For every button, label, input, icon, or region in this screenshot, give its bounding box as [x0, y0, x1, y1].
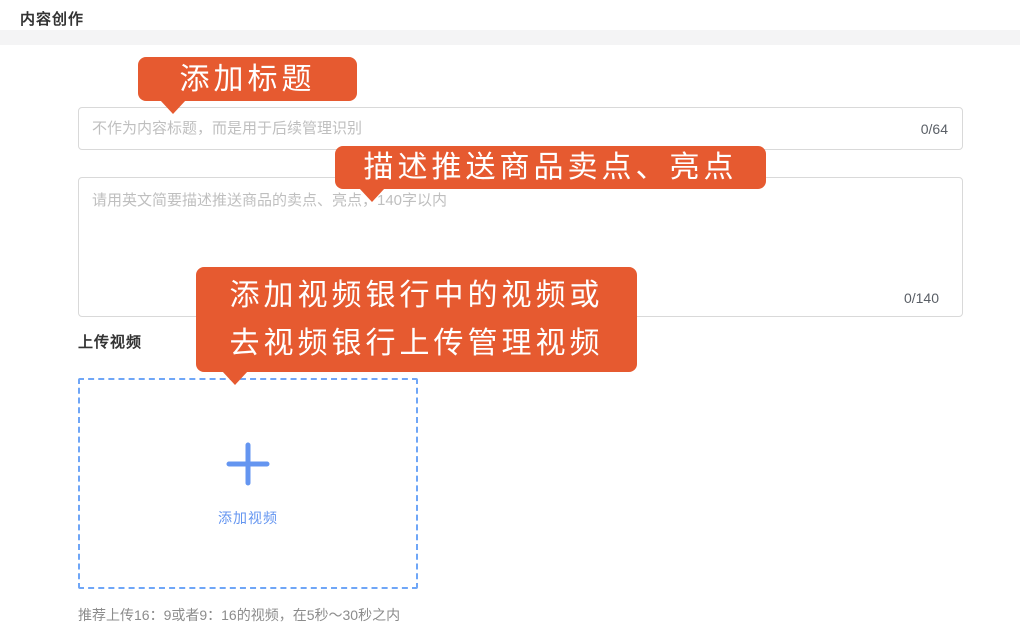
tooltip-arrow-down-icon — [160, 100, 186, 114]
plus-icon — [224, 440, 272, 488]
title-input[interactable] — [78, 107, 963, 150]
tooltip-describe-text: 描述推送商品卖点、亮点 — [364, 145, 738, 190]
tooltip-add-title: 添加标题 — [138, 57, 357, 101]
tooltip-video-line1: 添加视频银行中的视频或 — [230, 272, 604, 320]
page-title: 内容创作 — [20, 8, 84, 29]
add-video-label: 添加视频 — [218, 508, 278, 528]
tooltip-arrow-down-icon — [359, 188, 385, 202]
upload-hint-text: 推荐上传16：9或者9：16的视频，在5秒～30秒之内 — [78, 605, 400, 625]
tooltip-video-bank: 添加视频银行中的视频或 去视频银行上传管理视频 — [196, 267, 637, 372]
add-video-dropzone[interactable]: 添加视频 — [78, 378, 418, 589]
tooltip-video-line2: 去视频银行上传管理视频 — [230, 320, 604, 368]
tooltip-describe-selling-points: 描述推送商品卖点、亮点 — [335, 146, 766, 189]
title-field-wrap: 0/64 — [78, 107, 963, 150]
tooltip-arrow-down-icon — [222, 371, 248, 385]
upload-video-label: 上传视频 — [78, 331, 142, 352]
tooltip-add-title-text: 添加标题 — [180, 57, 316, 102]
content-creation-page: 内容创作 添加标题 0/64 描述推送商品卖点、亮点 0/140 添加视频银行中… — [0, 0, 1020, 638]
header-divider — [0, 30, 1020, 45]
